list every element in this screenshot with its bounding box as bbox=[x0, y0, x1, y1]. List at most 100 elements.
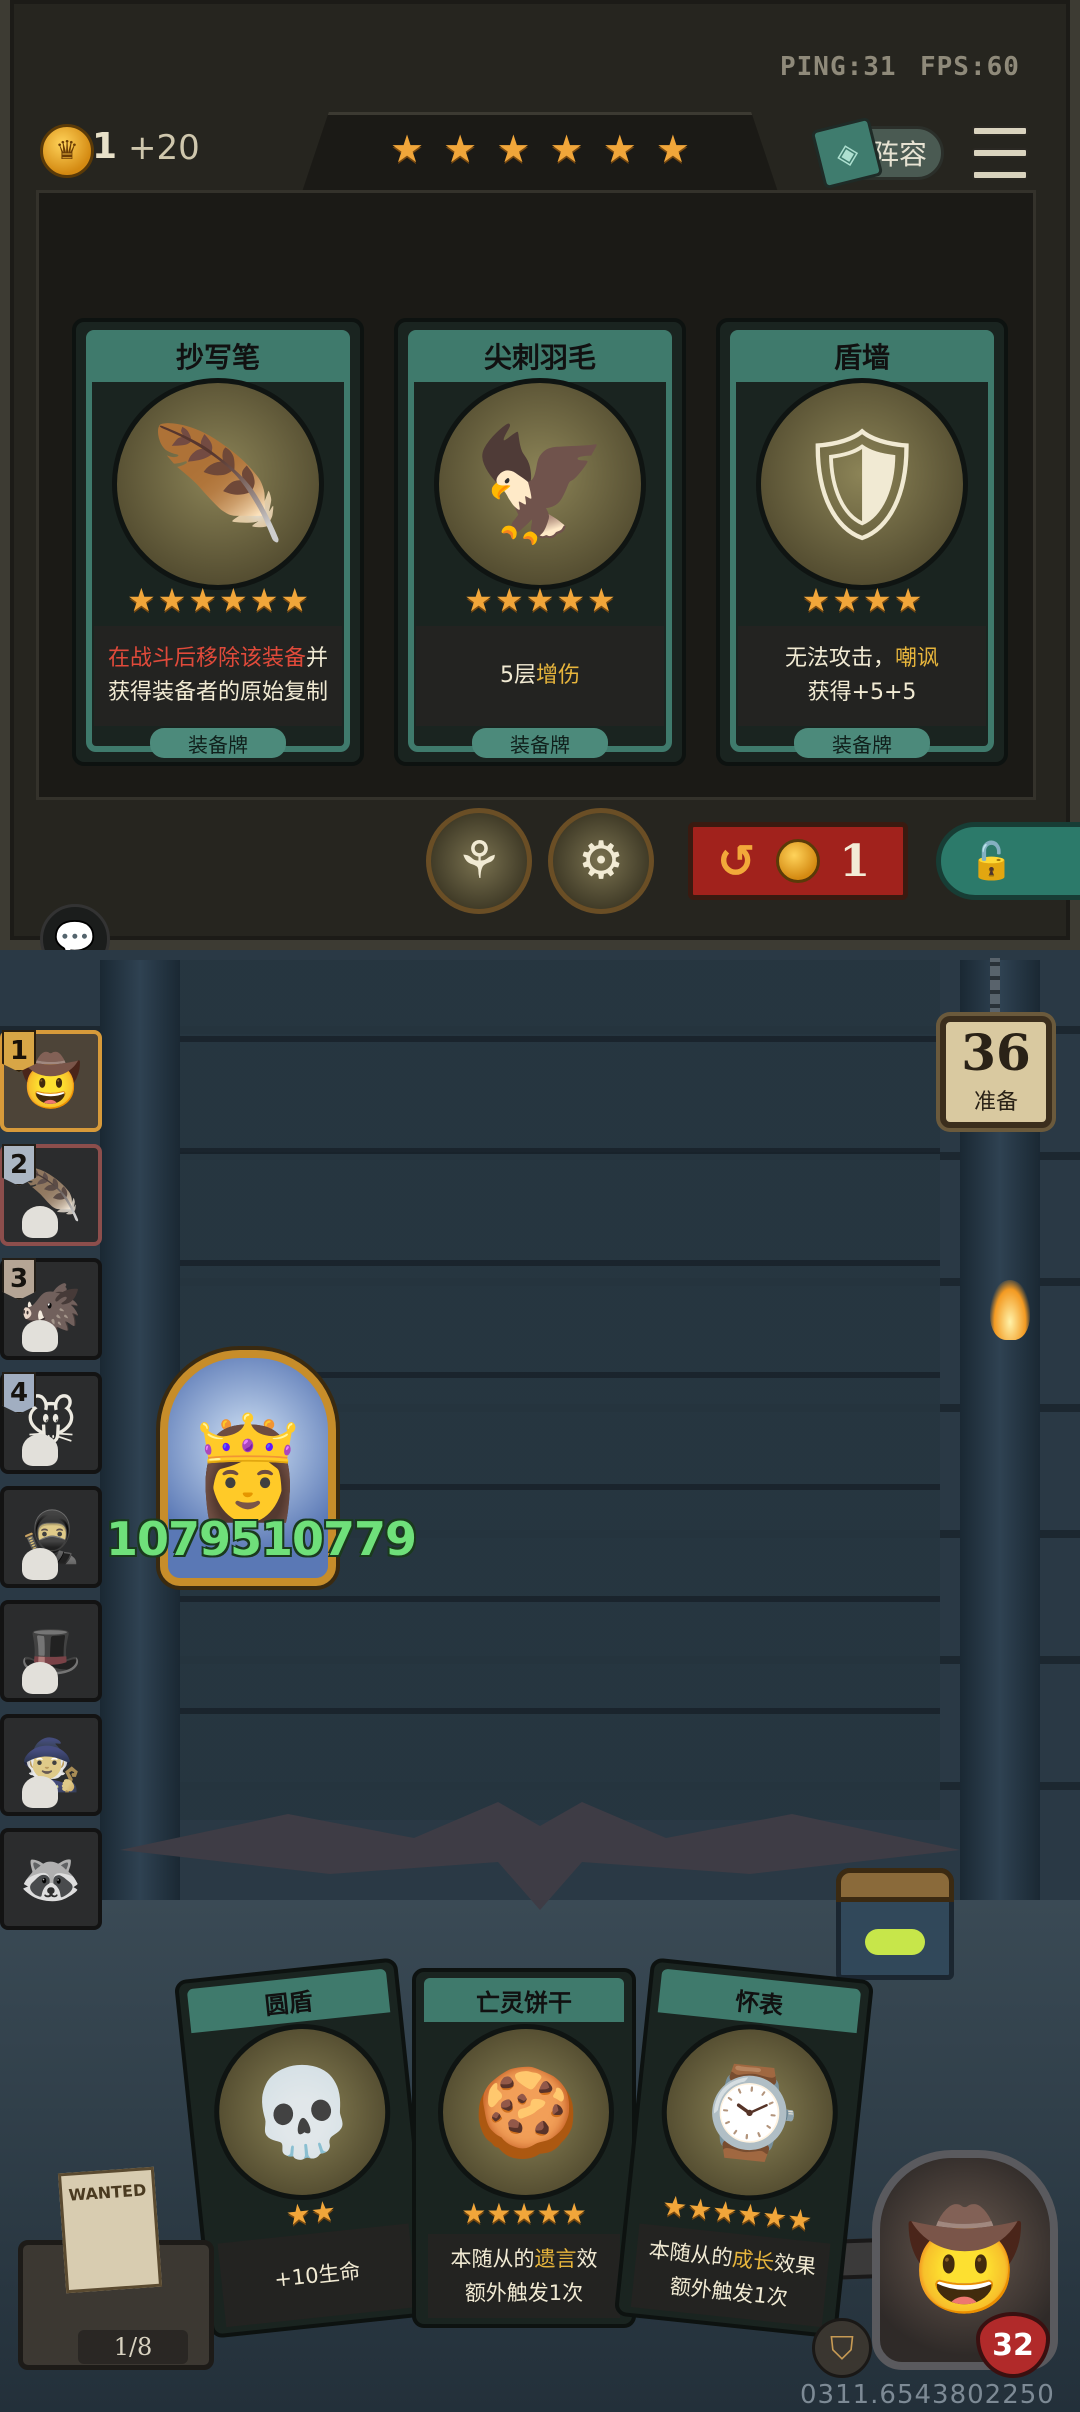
pocket-watch-icon: ⌚ bbox=[653, 2015, 847, 2210]
player-slot[interactable]: 🧙 bbox=[0, 1714, 102, 1816]
desc-text: 本随从的 bbox=[647, 2237, 734, 2271]
shop-card-shield-wall[interactable]: 盾墙 🛡 ★ ★ ★ ★ 无法攻击，嘲讽 获得+5+5 装备牌 bbox=[716, 318, 1008, 766]
hand-card-pocket-watch[interactable]: 怀表 ⌚ ★ ★ ★ ★ ★ ★ 本随从的成长效果 额外触发1次 bbox=[613, 1957, 875, 2339]
skull-icon bbox=[22, 1548, 58, 1580]
card-star: ★ bbox=[309, 2194, 338, 2230]
lineup-book-icon: ◈ bbox=[810, 116, 884, 190]
spike-feather-icon: 🦅 bbox=[434, 378, 646, 590]
shield-icon: ⛉ bbox=[829, 2328, 854, 2367]
ice-princess-icon: 👸 bbox=[185, 1409, 311, 1526]
skull-icon bbox=[22, 1434, 58, 1466]
card-title: 抄写笔 bbox=[86, 330, 350, 382]
card-star: ★ bbox=[735, 2196, 764, 2233]
desc-text: 效果 bbox=[772, 2250, 818, 2280]
hero-power-button[interactable]: ⛉ bbox=[812, 2318, 872, 2378]
card-star: ★ bbox=[556, 581, 586, 619]
card-star: ★ bbox=[511, 2197, 537, 2230]
rank-badge: 2 bbox=[2, 1144, 36, 1186]
undead-biscuit-icon: 🍪 bbox=[438, 2024, 614, 2200]
card-star: ★ bbox=[863, 581, 892, 619]
desc-text: 本随从的 bbox=[450, 2247, 535, 2271]
quill-pen-icon: 🪶 bbox=[112, 378, 324, 590]
player-slot[interactable]: 3 🐗 bbox=[0, 1258, 102, 1360]
mimic-chest[interactable] bbox=[836, 1868, 954, 1980]
desc-text: 获得+5+5 bbox=[807, 680, 917, 705]
tier-star: ★ bbox=[602, 127, 637, 171]
flower-spell-icon[interactable]: ⚘ bbox=[426, 808, 532, 914]
card-star: ★ bbox=[494, 581, 524, 619]
raccoon-avatar-icon: 🦝 bbox=[19, 1849, 83, 1908]
cowboy-hero-icon: 🤠 bbox=[905, 2203, 1025, 2316]
card-star: ★ bbox=[219, 581, 248, 619]
card-stars: ★ ★ ★ ★ ★ bbox=[398, 584, 682, 616]
tier-star: ★ bbox=[655, 127, 690, 171]
card-star: ★ bbox=[801, 581, 831, 619]
card-stars: ★ ★ ★ ★ bbox=[720, 584, 1004, 616]
menu-button[interactable] bbox=[972, 126, 1028, 180]
card-star: ★ bbox=[126, 581, 156, 619]
card-star: ★ bbox=[785, 2201, 814, 2238]
player-slot[interactable]: 🎩 bbox=[0, 1600, 102, 1702]
rank-badge: 4 bbox=[2, 1372, 36, 1414]
player-slot[interactable]: 2 🪶 bbox=[0, 1144, 102, 1246]
skull-icon bbox=[22, 1662, 58, 1694]
card-type-tag: 装备牌 bbox=[150, 728, 286, 758]
refresh-icon: ↺ bbox=[717, 834, 756, 888]
gold-coin-icon bbox=[775, 839, 820, 883]
desc-text: +10生命 bbox=[273, 2258, 362, 2292]
card-description: 无法攻击，嘲讽 获得+5+5 bbox=[738, 626, 986, 726]
shop-card-quill[interactable]: 抄写笔 🪶 ★ ★ ★ ★ ★ ★ 在战斗后移除该装备并 获得装备者的原始复制 … bbox=[72, 318, 364, 766]
card-star: ★ bbox=[561, 2197, 587, 2230]
card-description: +10生命 bbox=[217, 2223, 418, 2328]
desc-keyword: 遗言 bbox=[534, 2247, 577, 2271]
card-type-tag: 装备牌 bbox=[472, 728, 608, 758]
card-star: ★ bbox=[587, 581, 616, 619]
skull-icon bbox=[22, 1206, 58, 1238]
prep-countdown: 36 bbox=[961, 1023, 1031, 1082]
bounty-board[interactable]: WANTED 1/8 bbox=[18, 2166, 214, 2370]
skull-icon bbox=[22, 1776, 58, 1808]
desc-text: 效 bbox=[576, 2247, 598, 2271]
tier-star: ★ bbox=[390, 127, 425, 171]
card-description: 在战斗后移除该装备并 获得装备者的原始复制 bbox=[94, 626, 342, 726]
minion-stats: 1079510779 bbox=[106, 1512, 417, 1566]
ping-readout: PING:31 bbox=[780, 52, 897, 82]
golem-spell-icon[interactable]: ⚙ bbox=[548, 808, 654, 914]
player-slot[interactable]: 🥷 bbox=[0, 1486, 102, 1588]
card-star: ★ bbox=[685, 2191, 714, 2227]
card-description: 本随从的成长效果 额外触发1次 bbox=[630, 2223, 831, 2328]
health-value: 32 bbox=[992, 2327, 1034, 2363]
card-star: ★ bbox=[249, 581, 279, 619]
desc-text: 并 bbox=[306, 646, 329, 671]
shop-card-feather[interactable]: 尖刺羽毛 🦅 ★ ★ ★ ★ ★ 5层增伤 装备牌 bbox=[394, 318, 686, 766]
player-slot[interactable]: 🦝 bbox=[0, 1828, 102, 1930]
reroll-cost: 1 bbox=[839, 835, 871, 887]
menu-bar bbox=[972, 126, 1028, 136]
card-star: ★ bbox=[157, 581, 187, 619]
desc-keyword: 成长 bbox=[731, 2246, 776, 2275]
card-description: 5层增伤 bbox=[416, 626, 664, 726]
lineup-button[interactable]: ◈ 阵容 bbox=[810, 116, 944, 190]
round-shield-icon: 💀 bbox=[205, 2015, 399, 2209]
card-star: ★ bbox=[525, 581, 555, 619]
card-star: ★ bbox=[710, 2194, 739, 2230]
card-stars: ★ ★ ★ ★ ★ ★ bbox=[76, 584, 360, 616]
card-star: ★ bbox=[486, 2197, 512, 2230]
hand-card-undead-biscuit[interactable]: 亡灵饼干 🍪 ★ ★ ★ ★ ★ 本随从的遗言效 额外触发1次 bbox=[412, 1968, 636, 2328]
menu-bar bbox=[972, 148, 1028, 158]
desc-text: 获得装备者的原始复制 bbox=[107, 680, 328, 705]
player-slot[interactable]: 1 🤠 bbox=[0, 1030, 102, 1132]
torch-icon bbox=[990, 1280, 1030, 1360]
desc-keyword: 嘲讽 bbox=[895, 646, 940, 671]
tier-star: ★ bbox=[496, 127, 531, 171]
player-slot[interactable]: 4 🐭 bbox=[0, 1372, 102, 1474]
card-title: 尖刺羽毛 bbox=[408, 330, 672, 382]
reroll-button[interactable]: ↺ 1 bbox=[688, 822, 908, 900]
prep-label: 准备 bbox=[973, 1090, 1018, 1115]
lock-shop-button[interactable]: 🔓 bbox=[936, 822, 1080, 900]
chest-lid bbox=[836, 1868, 954, 1902]
mimic-eyes-icon bbox=[865, 1929, 925, 1955]
shield-wall-icon: 🛡 bbox=[756, 378, 968, 590]
menu-bar bbox=[972, 170, 1028, 180]
rank-badge: 3 bbox=[2, 1258, 36, 1300]
